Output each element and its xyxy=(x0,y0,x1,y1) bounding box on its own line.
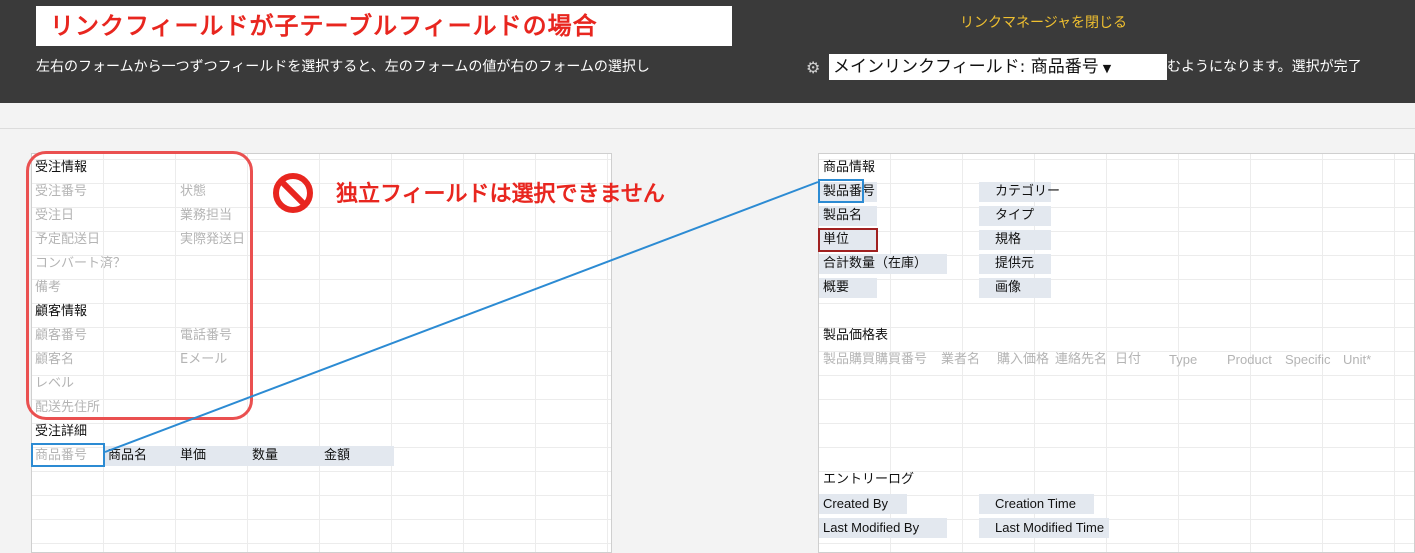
price-col-4: 購入価格 xyxy=(997,352,1050,367)
price-col-10: Unit* xyxy=(1343,352,1372,367)
instruction-text-after: むようになります。選択が完了 xyxy=(1167,56,1415,78)
independent-fields-highlight xyxy=(26,151,253,420)
field-product-name[interactable]: 製品名 xyxy=(823,206,862,226)
subtable-col-unit-price[interactable]: 単価 xyxy=(180,446,206,466)
subtable-header-bg xyxy=(104,446,394,466)
close-link-manager-link[interactable]: リンクマネージャを閉じる xyxy=(960,12,1127,32)
selected-right-field-highlight xyxy=(818,179,864,203)
price-col-1: 製品購買 xyxy=(823,352,876,367)
instruction-after: むようになります。選択が完了 xyxy=(1167,59,1362,75)
chevron-down-icon: ▼ xyxy=(1102,62,1112,75)
subtable-col-product-name[interactable]: 商品名 xyxy=(108,446,147,466)
prohibited-icon xyxy=(273,173,313,213)
section-price-table: 製品価格表 xyxy=(823,328,889,343)
unit-field-highlight xyxy=(818,228,878,252)
price-col-5: 連絡先名 xyxy=(1055,352,1108,367)
price-col-7: Type xyxy=(1169,352,1198,367)
gear-icon: ⚙ xyxy=(806,58,821,77)
instruction-before: 左右のフォームから一つずつフィールドを選択すると、左のフォームの値が右のフォーム… xyxy=(36,59,650,75)
field-total-stock[interactable]: 合計数量（在庫） xyxy=(823,254,927,274)
price-col-8: Product xyxy=(1227,352,1272,367)
subtable-col-amount[interactable]: 金額 xyxy=(324,446,350,466)
price-col-2: 購買番号 xyxy=(875,352,928,367)
price-col-6: 日付 xyxy=(1115,352,1142,367)
field-last-modified-time[interactable]: Last Modified Time xyxy=(995,518,1104,538)
page-title: リンクフィールドが子テーブルフィールドの場合 xyxy=(36,6,732,46)
section-product-info: 商品情報 xyxy=(823,160,876,175)
field-creation-time[interactable]: Creation Time xyxy=(995,494,1076,514)
divider xyxy=(0,128,1415,129)
warning-text: 独立フィールドは選択できません xyxy=(336,182,665,207)
right-form: 商品情報 製品番号 カテゴリー 製品名 タイプ 単位 規格 合計数量（在庫） 提… xyxy=(818,153,1415,553)
section-order-detail: 受注詳細 xyxy=(35,424,88,439)
price-col-9: Specific xyxy=(1285,352,1331,367)
field-supplier[interactable]: 提供元 xyxy=(995,254,1034,274)
field-created-by[interactable]: Created By xyxy=(823,494,888,514)
field-type[interactable]: タイプ xyxy=(995,206,1034,226)
selected-left-field-highlight xyxy=(31,443,105,467)
top-bar: リンクフィールドが子テーブルフィールドの場合 リンクマネージャを閉じる 左右のフ… xyxy=(0,0,1415,103)
subtable-col-quantity[interactable]: 数量 xyxy=(252,446,278,466)
main-link-field-select[interactable]: メインリンクフィールド: 商品番号 ▼ xyxy=(829,54,1167,80)
field-last-modified-by[interactable]: Last Modified By xyxy=(823,518,919,538)
field-image[interactable]: 画像 xyxy=(995,278,1021,298)
main-link-field-value: メインリンクフィールド: 商品番号 xyxy=(833,57,1099,77)
field-category[interactable]: カテゴリー xyxy=(995,182,1060,202)
field-summary[interactable]: 概要 xyxy=(823,278,849,298)
section-entry-log: エントリーログ xyxy=(823,472,915,487)
price-col-3: 業者名 xyxy=(941,352,981,367)
field-spec[interactable]: 規格 xyxy=(995,230,1021,250)
